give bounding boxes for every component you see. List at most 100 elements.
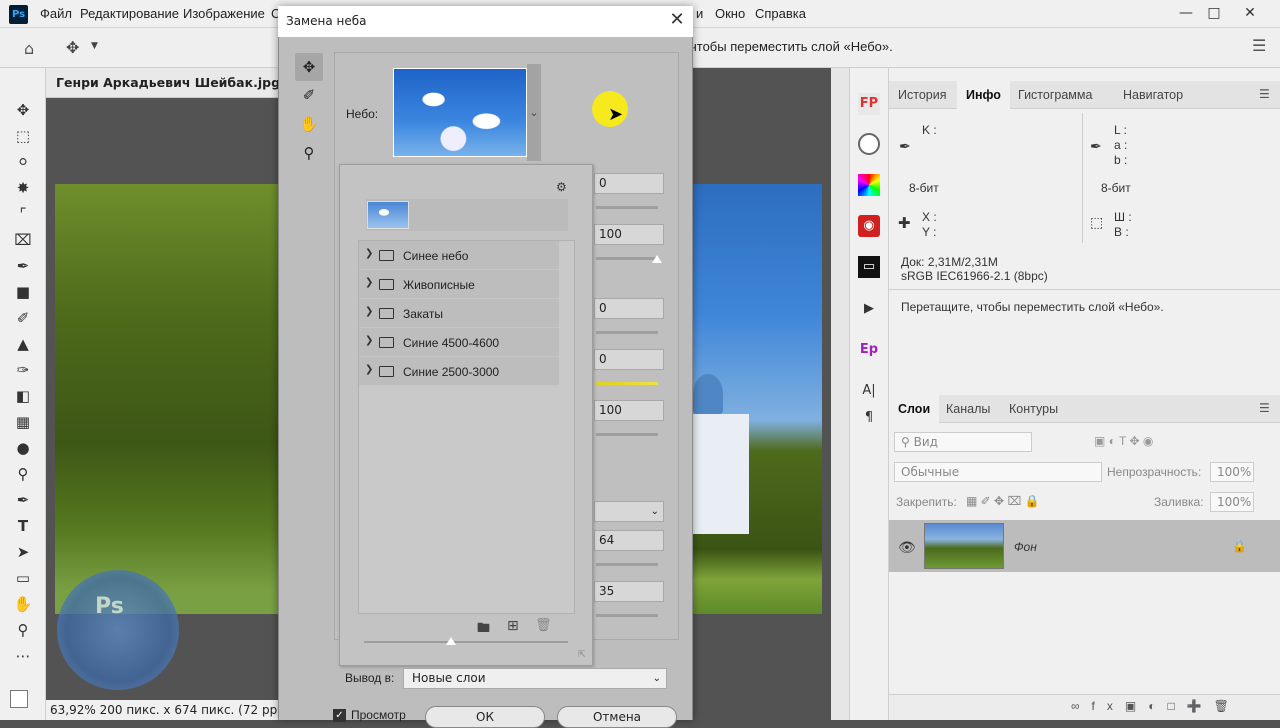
recent-sky-thumbnail[interactable] xyxy=(367,201,409,229)
more-tools-icon[interactable]: ⋯ xyxy=(11,644,35,668)
tab-info[interactable]: Инфо xyxy=(957,81,1010,109)
menu-window[interactable]: Окно xyxy=(715,6,745,21)
temperature-slider[interactable] xyxy=(596,382,658,385)
brightness-slider[interactable] xyxy=(596,331,658,334)
scale-input[interactable]: 100 xyxy=(594,400,664,421)
tab-channels[interactable]: Каналы xyxy=(937,395,999,423)
frame-icon[interactable]: ⌧ xyxy=(11,228,35,252)
circle-plugin-icon[interactable] xyxy=(858,133,880,155)
zoom-tool-icon[interactable]: ⚲ xyxy=(295,139,323,167)
black-plugin-icon[interactable]: ▭ xyxy=(858,256,880,278)
shift-edge-input[interactable]: 0 xyxy=(594,173,664,194)
color-adjust-slider[interactable] xyxy=(596,614,658,617)
ep-plugin-icon[interactable]: Ep xyxy=(858,339,880,361)
panel-menu-icon[interactable]: ☰ xyxy=(1259,87,1270,101)
sky-move-tool-icon[interactable]: ✥ xyxy=(295,53,323,81)
tab-layers[interactable]: Слои xyxy=(889,395,940,423)
lasso-icon[interactable]: ⚪ xyxy=(11,150,35,174)
home-icon[interactable]: ⌂ xyxy=(24,39,34,58)
lock-icons[interactable]: ▦ ✐ ✥ ⌧ 🔒 xyxy=(966,494,1040,508)
pen-icon[interactable]: ✒ xyxy=(11,488,35,512)
output-select[interactable]: Новые слои ⌄ xyxy=(403,668,667,689)
layers-menu-icon[interactable]: ☰ xyxy=(1259,401,1270,415)
lighting-adjust-slider[interactable] xyxy=(596,563,658,566)
temperature-input[interactable]: 0 xyxy=(594,349,664,370)
red-plugin-icon[interactable]: ◉ xyxy=(858,215,880,237)
folder-row-sunsets[interactable]: ❯ Закаты xyxy=(359,299,559,328)
layer-filter-icons[interactable]: ▣ ◐ T ✥ ◉ xyxy=(1094,434,1153,448)
sky-thumbnail[interactable] xyxy=(393,68,527,157)
document-tab[interactable]: Генри Аркадьевич Шейбак.jpg @ 6 xyxy=(46,68,310,98)
lighting-mode-select[interactable]: ⌄ xyxy=(594,501,664,522)
layer-filter-input[interactable]: ⚲ Вид xyxy=(894,432,1032,452)
layer-name[interactable]: Фон xyxy=(1014,540,1037,554)
dialog-close-icon[interactable]: ✕ xyxy=(664,9,690,31)
path-select-icon[interactable]: ➤ xyxy=(11,540,35,564)
foreground-color-swatch[interactable] xyxy=(10,690,28,708)
crop-icon[interactable]: ⌜ xyxy=(11,202,35,226)
stamp-icon[interactable]: ▲ xyxy=(11,332,35,356)
play-icon[interactable]: ▶ xyxy=(858,298,880,320)
menu-edit[interactable]: Редактирование xyxy=(80,6,179,21)
rectangle-icon[interactable]: ▭ xyxy=(11,566,35,590)
eye-icon[interactable]: 👁 xyxy=(898,539,916,556)
new-group-folder-icon[interactable]: 🖿 xyxy=(477,619,490,641)
fade-edge-knob[interactable] xyxy=(652,255,662,263)
brightness-input[interactable]: 0 xyxy=(594,298,664,319)
lighting-adjust-input[interactable]: 64 xyxy=(594,530,664,551)
hand-icon[interactable]: ✋ xyxy=(11,592,35,616)
folder-row-blue-sky[interactable]: ❯ Синее небо xyxy=(359,241,559,270)
type-icon[interactable]: T xyxy=(11,514,35,538)
layer-thumbnail[interactable] xyxy=(924,523,1004,569)
tab-history[interactable]: История xyxy=(889,81,955,109)
chevron-down-icon[interactable]: ▼ xyxy=(91,41,98,51)
menu-image[interactable]: Изображение xyxy=(183,6,265,21)
eraser-icon[interactable]: ◧ xyxy=(11,384,35,408)
trash-icon[interactable]: 🗑 xyxy=(535,618,552,633)
paragraph-icon[interactable]: ¶ xyxy=(858,407,880,429)
folder-row-blue-2500[interactable]: ❯ Синие 2500-3000 xyxy=(359,357,559,386)
move-icon[interactable]: ✥ xyxy=(11,98,35,122)
fade-edge-input[interactable]: 100 xyxy=(594,224,664,245)
gradient-icon[interactable]: ▦ xyxy=(11,410,35,434)
shift-edge-slider[interactable] xyxy=(596,206,658,209)
quick-select-icon[interactable]: ✸ xyxy=(11,176,35,200)
tab-histogram[interactable]: Гистограмма xyxy=(1009,81,1101,109)
thumbnail-size-slider[interactable] xyxy=(364,641,568,643)
thumbnail-size-knob[interactable] xyxy=(446,637,456,645)
dodge-icon[interactable]: ⚲ xyxy=(11,462,35,486)
menu-help[interactable]: Справка xyxy=(755,6,806,21)
fill-input[interactable]: 100% xyxy=(1210,492,1254,512)
new-preset-icon[interactable]: ⊞ xyxy=(507,618,519,634)
history-brush-icon[interactable]: ✑ xyxy=(11,358,35,382)
preview-checkbox[interactable]: ✓ xyxy=(333,709,346,722)
character-icon[interactable]: A| xyxy=(858,380,880,402)
ok-button[interactable]: ОК xyxy=(425,706,545,728)
menu-file[interactable]: Файл xyxy=(40,6,72,21)
move-tool-icon[interactable]: ✥ xyxy=(66,38,79,57)
maximize-icon[interactable]: □ xyxy=(1196,0,1232,28)
eyedropper-icon[interactable]: ✒ xyxy=(11,254,35,278)
close-window-icon[interactable]: ✕ xyxy=(1232,0,1268,28)
folder-row-picturesque[interactable]: ❯ Живописные xyxy=(359,270,559,299)
sky-brush-tool-icon[interactable]: ✐ xyxy=(295,81,323,109)
blend-mode-select[interactable]: Обычные xyxy=(894,462,1102,482)
menu-partial-2[interactable]: и xyxy=(696,6,703,21)
color-adjust-input[interactable]: 35 xyxy=(594,581,664,602)
layer-action-icons[interactable]: ∞fx▣◐□➕🗑 xyxy=(1071,699,1241,713)
healing-icon[interactable]: ■ xyxy=(11,280,35,304)
scale-slider[interactable] xyxy=(596,433,658,436)
marquee-icon[interactable]: ⬚ xyxy=(11,124,35,148)
fade-edge-slider[interactable] xyxy=(596,257,658,260)
workspace-icon[interactable]: ☰ xyxy=(1252,36,1266,55)
resize-grip-icon[interactable]: ⇱ xyxy=(578,650,586,660)
presets-gear-icon[interactable]: ⚙ xyxy=(556,180,567,194)
sky-dropdown-chevron-icon[interactable]: ⌄ xyxy=(527,64,541,161)
brush-icon[interactable]: ✐ xyxy=(11,306,35,330)
opacity-input[interactable]: 100% xyxy=(1210,462,1254,482)
color-wheel-icon[interactable] xyxy=(858,174,880,196)
hand-tool-icon[interactable]: ✋ xyxy=(295,110,323,138)
tab-navigator[interactable]: Навигатор xyxy=(1114,81,1192,109)
fp-plugin-icon[interactable]: FP xyxy=(858,93,880,115)
zoom-level[interactable]: 63,92% xyxy=(50,703,96,717)
